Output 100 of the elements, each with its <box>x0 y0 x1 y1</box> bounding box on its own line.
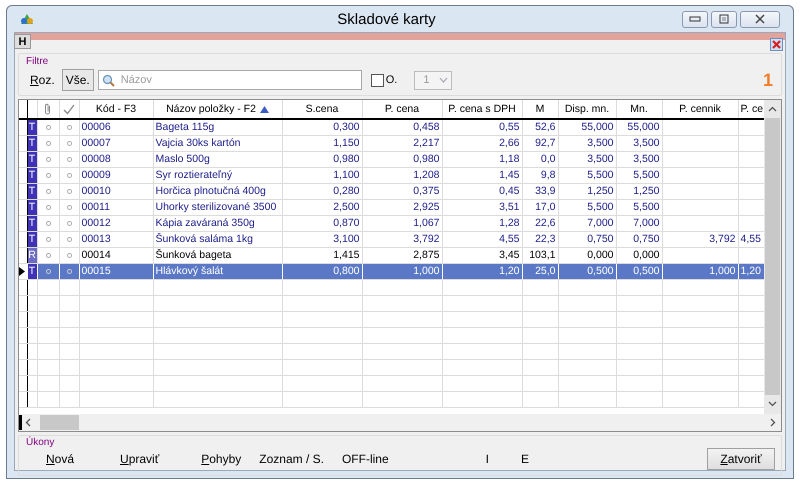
action-button[interactable]: OFF-line <box>338 452 392 466</box>
dot-icon <box>46 221 50 226</box>
column-header[interactable]: Disp. mn. <box>564 103 610 115</box>
table-cell: 1,000 <box>662 263 738 279</box>
table-cell: Uhorky sterilizované 3500 <box>153 199 282 215</box>
column-header[interactable]: P. cena s DPH <box>448 103 516 115</box>
dot-icon <box>66 141 72 146</box>
table-cell: 00006 <box>79 119 153 135</box>
table-cell: 0,500 <box>616 263 662 279</box>
action-button[interactable]: Upraviť <box>117 452 162 466</box>
count-label: 1 <box>762 70 773 90</box>
close-form-icon[interactable] <box>770 38 783 51</box>
column-header[interactable]: M <box>536 103 544 115</box>
table-cell: 3,100 <box>282 231 362 247</box>
checkmark-icon <box>63 104 75 114</box>
dot-icon <box>46 253 50 258</box>
table-row[interactable]: T 00013 Šunková saláma 1kg 3,100 3,792 4,55 22,3 0,750 0,750 3,792 4,55 <box>19 231 764 247</box>
table-cell: 0,870 <box>282 215 362 231</box>
table-cell: 00013 <box>79 231 153 247</box>
maximize-button[interactable] <box>711 10 737 28</box>
table-cell: 3,500 <box>558 151 616 167</box>
dot-icon <box>66 205 72 210</box>
action-button[interactable]: Pohyby <box>198 452 244 466</box>
table-cell: 1,067 <box>362 215 442 231</box>
table-cell: 9,8 <box>522 167 558 183</box>
table-cell: 00014 <box>79 247 153 263</box>
table-cell: 0,750 <box>616 231 662 247</box>
table-cell: 1,250 <box>616 183 662 199</box>
table-cell: 1,100 <box>282 167 362 183</box>
column-header[interactable]: S.cena <box>306 103 338 115</box>
table-cell: 0,500 <box>558 263 616 279</box>
table-cell: 55,000 <box>616 119 662 135</box>
dot-icon <box>66 173 72 178</box>
table-cell: 3,792 <box>662 231 738 247</box>
table-cell: Hlávkový šalát <box>153 263 282 279</box>
action-button[interactable]: I <box>482 452 492 466</box>
table-row[interactable]: T 00012 Kápia zaváraná 350g 0,870 1,067 1,28 22,6 7,000 7,000 <box>19 215 764 231</box>
action-button[interactable]: Nová <box>43 452 78 466</box>
table-row[interactable]: T 00007 Vajcia 30ks kartón 1,150 2,217 2,66 92,7 3,500 3,500 <box>19 135 764 151</box>
dot-icon <box>46 125 50 130</box>
table-cell: 1,20 <box>442 263 522 279</box>
table-row[interactable]: T 00010 Horčica plnotučná 400g 0,280 0,375 0,45 33,9 1,250 1,250 <box>19 183 764 199</box>
table-cell: 1,20 <box>738 263 764 279</box>
table-row[interactable]: T 00009 Syr roztierateľný 1,100 1,208 1,45 9,8 5,500 5,500 <box>19 167 764 183</box>
table-cell: 00015 <box>79 263 153 279</box>
table-cell: 00009 <box>79 167 153 183</box>
table-cell: 7,000 <box>616 215 662 231</box>
column-header[interactable]: Kód - F3 <box>96 103 136 115</box>
filter-button[interactable]: Vše. <box>62 69 94 91</box>
table-cell: 5,500 <box>558 167 616 183</box>
table-cell: 0,0 <box>522 151 558 167</box>
action-button[interactable]: E <box>518 452 532 466</box>
table-cell: 3,500 <box>616 151 662 167</box>
table-cell: Syr roztierateľný <box>153 167 282 183</box>
group-label: Filtre <box>26 56 50 67</box>
table-cell: Šunková bageta <box>153 247 282 263</box>
column-header[interactable]: P. cennik <box>679 103 721 115</box>
table-cell: 0,800 <box>282 263 362 279</box>
table-cell: 33,9 <box>522 183 558 199</box>
column-header[interactable]: Názov položky - F2 <box>166 103 256 115</box>
table-cell: 3,500 <box>558 135 616 151</box>
search-field[interactable]: Názov <box>98 70 362 90</box>
close-icon <box>754 14 766 24</box>
table-row[interactable]: T 00011 Uhorky sterilizované 3500 2,500 2,925 3,51 17,0 5,500 5,500 <box>19 199 764 215</box>
app-icon <box>20 13 34 25</box>
table-cell: Vajcia 30ks kartón <box>153 135 282 151</box>
row-pointer-icon <box>19 266 25 276</box>
minimize-button[interactable] <box>682 10 708 28</box>
close-button[interactable]: Zatvoriť <box>707 448 775 470</box>
table-cell: Bageta 115g <box>153 119 282 135</box>
filter-button[interactable]: Roz. <box>26 69 59 91</box>
table-cell: 1,208 <box>362 167 442 183</box>
table-row[interactable]: T 00015 Hlávkový šalát 0,800 1,000 1,20 25,0 0,500 0,500 1,000 1,20 <box>19 263 764 279</box>
close-button[interactable] <box>740 10 780 28</box>
table-cell: 2,66 <box>442 135 522 151</box>
group-label: Úkony <box>26 437 56 448</box>
table-row[interactable]: T 00008 Maslo 500g 0,980 0,980 1,18 0,0 3,500 3,500 <box>19 151 764 167</box>
table-cell: 1,000 <box>362 263 442 279</box>
table-cell: 00012 <box>79 215 153 231</box>
action-button[interactable]: Zoznam / S. <box>256 452 327 466</box>
header-button[interactable]: H <box>14 34 31 49</box>
table-cell: 00011 <box>79 199 153 215</box>
column-header[interactable]: P. ce <box>740 103 763 115</box>
table-cell: 0,45 <box>442 183 522 199</box>
column-header[interactable]: Mn. <box>630 103 648 115</box>
table-cell: 2,875 <box>362 247 442 263</box>
paperclip-icon <box>43 103 53 115</box>
dot-icon <box>66 237 72 242</box>
table-cell: 00007 <box>79 135 153 151</box>
table-row[interactable]: R 00014 Šunková bageta 1,415 2,875 3,45 103,1 0,000 0,000 <box>19 247 764 263</box>
minimize-icon <box>689 14 701 24</box>
table-cell: 0,980 <box>362 151 442 167</box>
dot-icon <box>46 269 50 274</box>
table-row[interactable]: T 00006 Bageta 115g 0,300 0,458 0,55 52,6 55,000 55,000 <box>19 119 764 135</box>
table-cell: 2,217 <box>362 135 442 151</box>
table-cell: Horčica plnotučná 400g <box>153 183 282 199</box>
table-cell: 3,51 <box>442 199 522 215</box>
column-header[interactable]: P. cena <box>384 103 420 115</box>
table-cell: 3,45 <box>442 247 522 263</box>
dot-icon <box>46 173 50 178</box>
